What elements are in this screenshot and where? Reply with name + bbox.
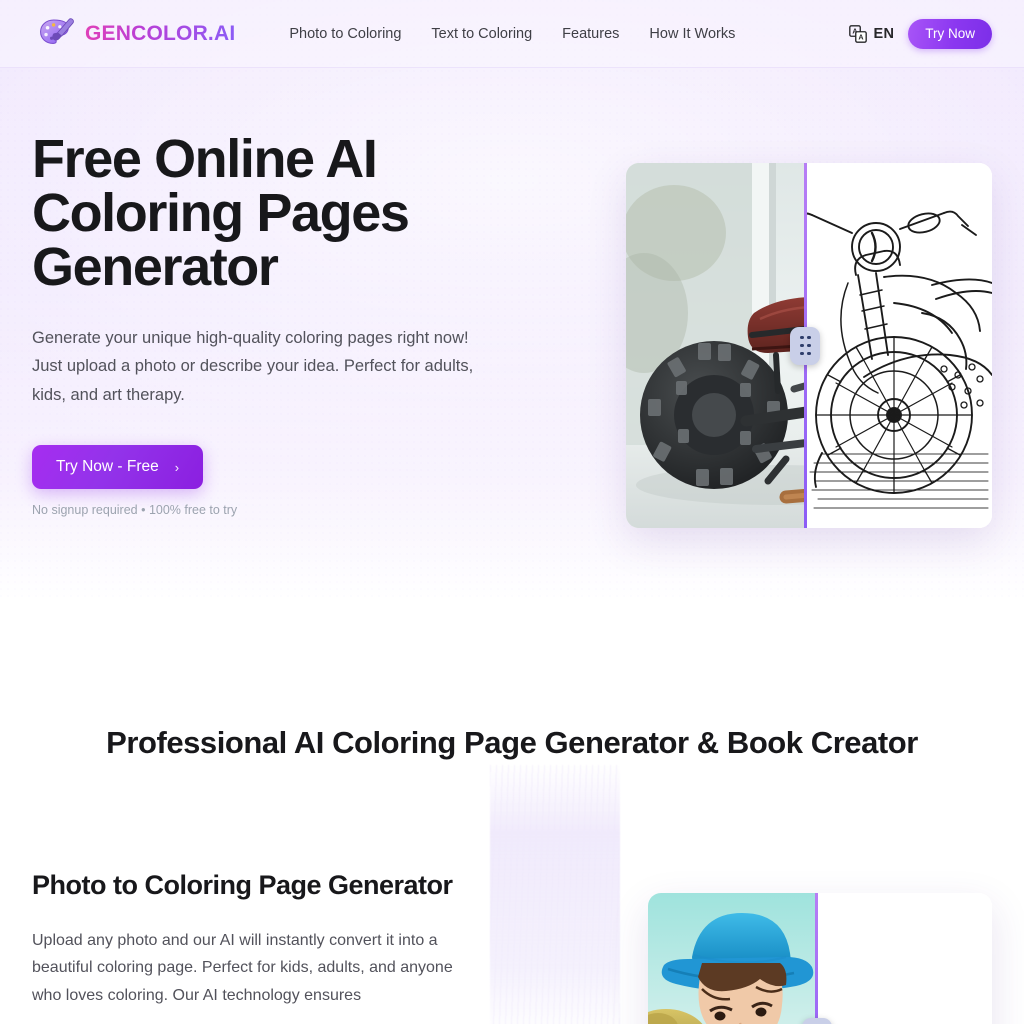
nav-item-features[interactable]: Features xyxy=(562,26,619,42)
palette-brush-icon xyxy=(40,17,74,44)
chevron-right-icon: › xyxy=(174,459,180,475)
hero-cta-label: Try Now - Free xyxy=(56,458,159,476)
header-try-now-button[interactable]: Try Now xyxy=(908,18,992,49)
hero-slider-handle[interactable] xyxy=(790,326,821,365)
brand-logo-link[interactable]: GENCOLOR.AI xyxy=(38,17,235,51)
hero-subtitle: Generate your unique high-quality colori… xyxy=(32,329,474,404)
brand-name: GENCOLOR.AI xyxy=(85,21,236,45)
site-header: GENCOLOR.AI Photo to Coloring Text to Co… xyxy=(0,0,1024,68)
svg-text:A: A xyxy=(858,32,863,41)
drag-dot xyxy=(807,343,811,348)
header-actions: A A EN Try Now xyxy=(848,18,992,49)
translate-icon: A A xyxy=(848,24,867,43)
language-code: EN xyxy=(873,25,895,42)
feature-body: Upload any photo and our AI will instant… xyxy=(32,931,453,1004)
hero-section: Free Online AI Coloring Pages Generator … xyxy=(0,68,1024,600)
drag-dot xyxy=(807,351,811,356)
hero-note: No signup required • 100% free to try xyxy=(32,503,238,518)
hero-comparison-slider[interactable] xyxy=(626,163,992,528)
hero-before-image xyxy=(626,163,806,528)
hero-cta-button[interactable]: Try Now - Free › xyxy=(32,445,204,490)
nav-item-how-it-works[interactable]: How It Works xyxy=(649,26,735,42)
feature-slider-handle[interactable] xyxy=(801,1018,832,1024)
features-section-title: Professional AI Coloring Page Generator … xyxy=(106,725,918,760)
drag-dot xyxy=(800,351,804,356)
page-root: GENCOLOR.AI Photo to Coloring Text to Co… xyxy=(0,0,1024,1024)
feature-slider-divider xyxy=(815,893,819,1024)
drag-dot xyxy=(807,335,811,340)
feature-before-image xyxy=(648,893,817,1024)
feature-comparison-slider[interactable] xyxy=(648,893,992,1024)
feature-photo-to-coloring: Photo to Coloring Page Generator Upload … xyxy=(32,868,482,1009)
hero-copy: Free Online AI Coloring Pages Generator … xyxy=(32,132,502,517)
feature-heading: Photo to Coloring Page Generator xyxy=(32,870,453,900)
nav-item-photo-to-coloring[interactable]: Photo to Coloring xyxy=(289,26,401,42)
language-selector[interactable]: A A EN xyxy=(848,24,895,43)
hero-title: Free Online AI Coloring Pages Generator xyxy=(32,129,410,297)
drag-dot xyxy=(800,343,804,348)
nav-item-text-to-coloring[interactable]: Text to Coloring xyxy=(431,26,532,42)
primary-nav: Photo to Coloring Text to Coloring Featu… xyxy=(289,26,735,42)
drag-dot xyxy=(800,335,804,340)
